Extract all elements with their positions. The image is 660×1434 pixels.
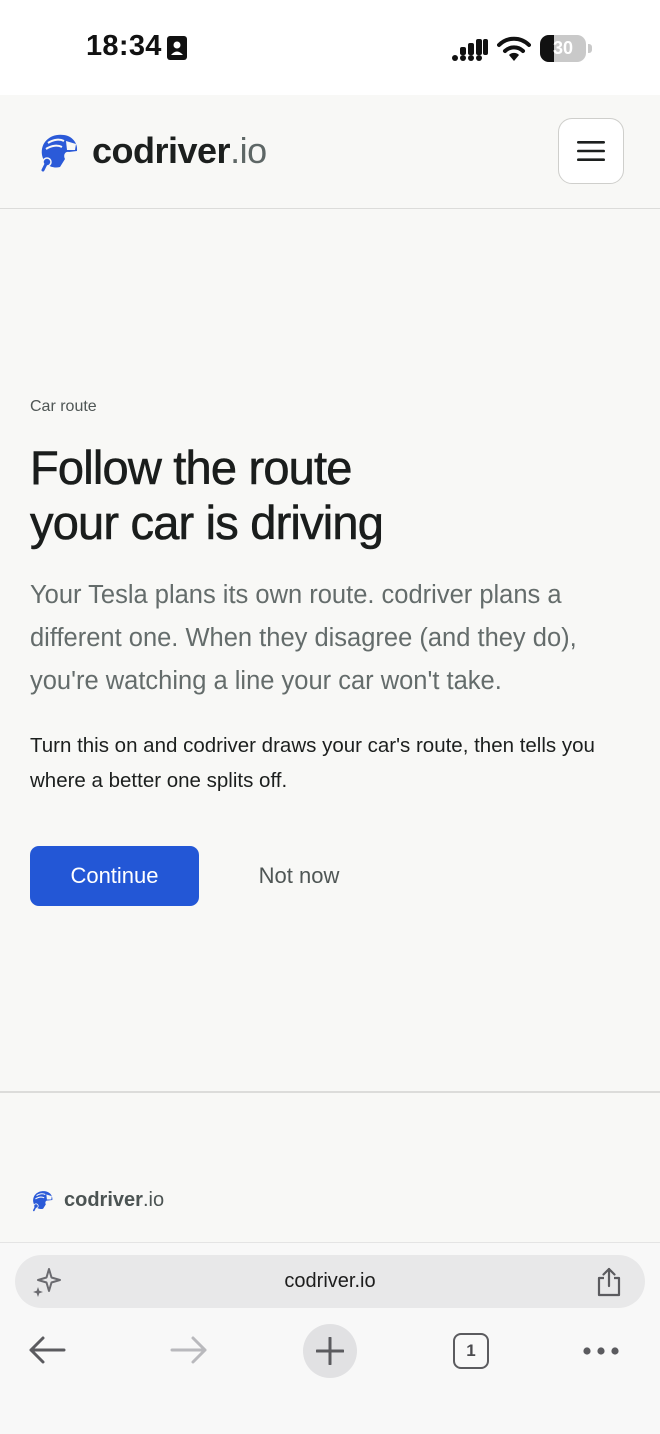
address-bar[interactable]: codriver.io [15, 1255, 645, 1308]
page-title: Follow the route your car is driving [30, 440, 630, 550]
battery-indicator: 30 [540, 35, 592, 62]
brand-home-link[interactable]: codriver.io [36, 129, 267, 173]
wifi-icon [497, 36, 531, 61]
not-now-button[interactable]: Not now [234, 846, 364, 906]
helmet-logo-icon [41, 134, 78, 172]
battery-cap [588, 44, 592, 53]
page-title-line-1: Follow the route [30, 441, 353, 495]
footer-divider [0, 1091, 660, 1093]
forward-arrow-icon[interactable] [170, 1335, 208, 1365]
more-options-icon[interactable] [582, 1343, 620, 1359]
tabs-overview-button[interactable]: 1 [453, 1333, 489, 1369]
brand-name: codriver.io [92, 130, 267, 171]
plus-icon [316, 1337, 344, 1365]
status-bar: 18:34 30 [0, 0, 660, 95]
site-header: codriver.io [0, 95, 660, 209]
back-arrow-icon[interactable] [28, 1335, 66, 1365]
continue-button[interactable]: Continue [30, 846, 199, 906]
body-paragraph: Turn this on and codriver draws your car… [30, 734, 595, 792]
lead-paragraph: Your Tesla plans its own route. codriver… [30, 581, 577, 695]
eyebrow-label: Car route [30, 398, 97, 415]
url-text: codriver.io [284, 1270, 376, 1292]
page-title-line-2: your car is driving [30, 496, 384, 550]
new-tab-button[interactable] [303, 1324, 357, 1378]
cellular-signal-icon [452, 39, 488, 61]
share-icon[interactable] [595, 1267, 623, 1297]
battery-body: 30 [540, 35, 586, 62]
status-time: 18:34 [86, 30, 162, 62]
battery-level: 30 [552, 38, 574, 58]
hamburger-menu-icon [577, 141, 605, 161]
helmet-logo-icon [33, 1191, 53, 1212]
id-badge-icon [167, 36, 187, 60]
menu-button[interactable] [558, 118, 624, 184]
footer-brand-link[interactable]: codriver.io [30, 1188, 164, 1212]
footer-brand-name: codriver.io [64, 1188, 165, 1211]
browser-toolbar: codriver.io 1 [0, 1242, 660, 1434]
